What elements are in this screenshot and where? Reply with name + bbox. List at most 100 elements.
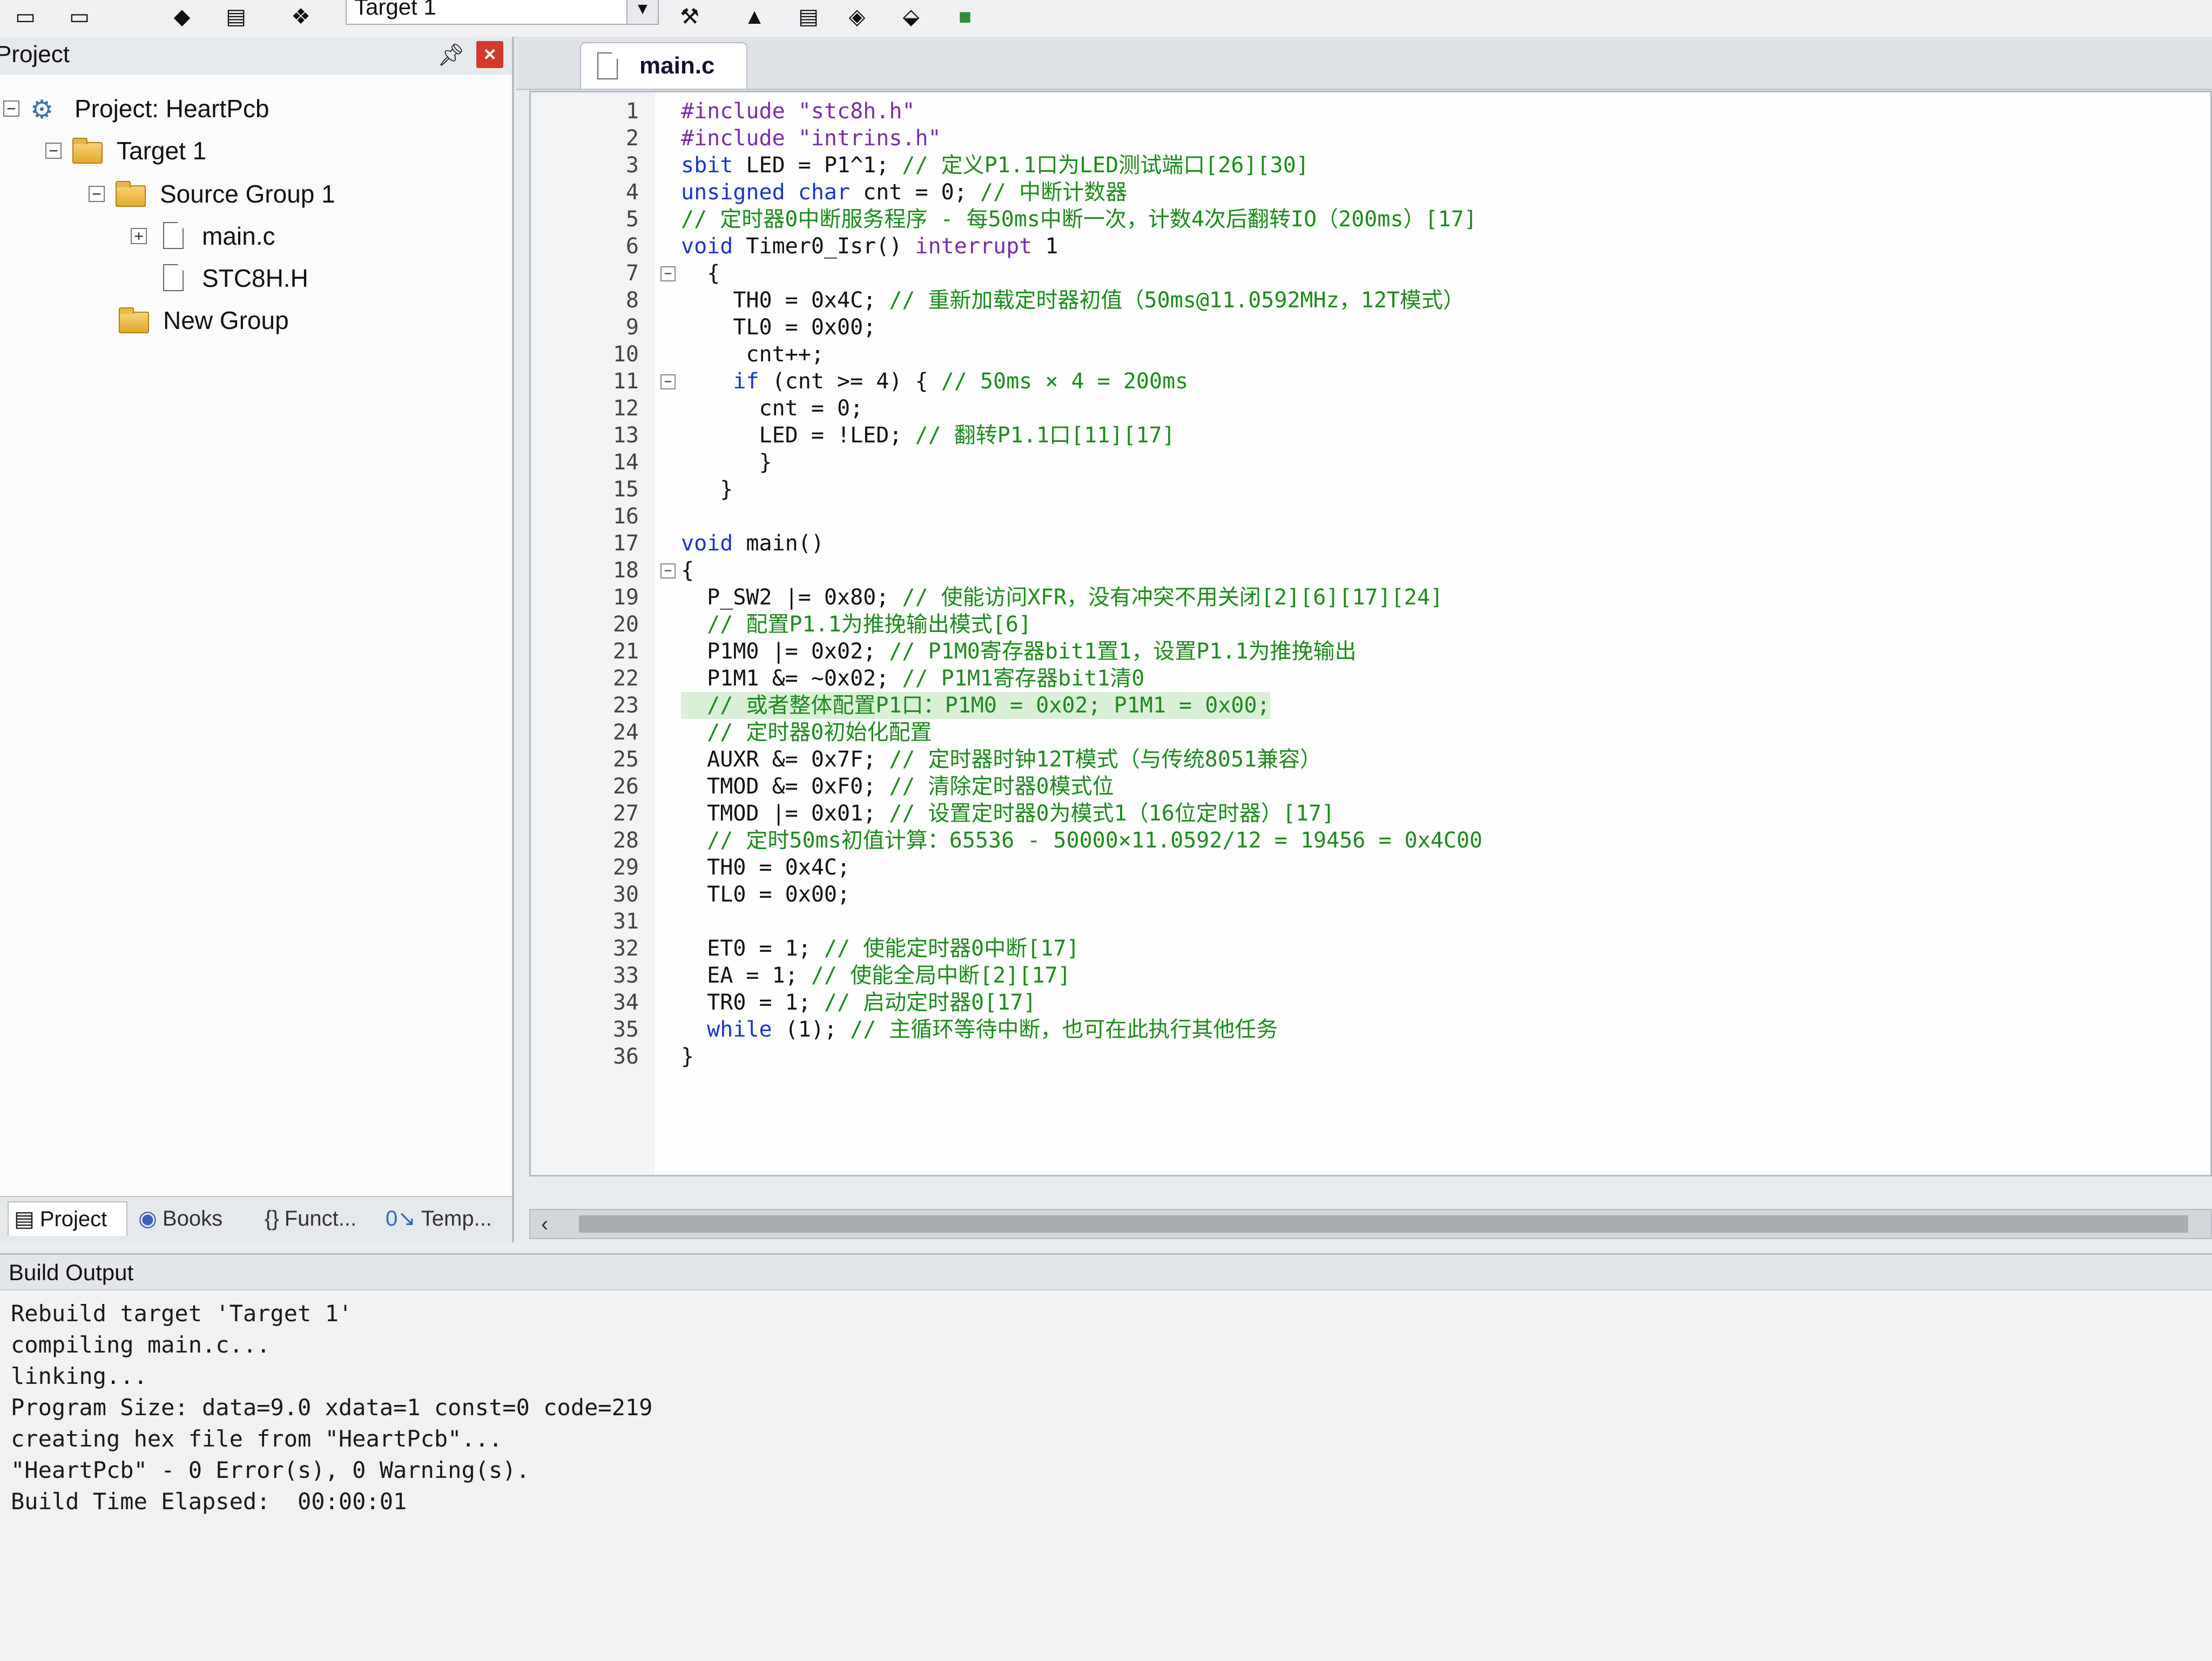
pin-icon[interactable]: 📌︎ — [437, 42, 465, 68]
code-line[interactable]: 35 while (1); // 主循环等待中断，也可在此执行其他任务 — [531, 1016, 2210, 1043]
code-token: #include "intrins.h" — [681, 126, 941, 151]
code-token: 1 — [1032, 234, 1058, 259]
collapse-icon[interactable]: − — [3, 100, 19, 117]
code-token: Timer0_Isr() — [746, 234, 915, 259]
code-line[interactable]: 26 TMOD &= 0xF0; // 清除定时器0模式位 — [531, 773, 2210, 800]
code-line[interactable]: 30 TL0 = 0x00; — [531, 881, 2210, 908]
code-line[interactable]: 22 P1M1 &= ~0x02; // P1M1寄存器bit1清0 — [531, 665, 2210, 692]
tree-item-target[interactable]: − Target 1 — [45, 131, 206, 171]
code-line[interactable]: 15 } — [531, 476, 2210, 503]
collapse-icon[interactable]: − — [45, 143, 62, 159]
code-token: } — [681, 477, 733, 502]
code-line[interactable]: 14 } — [531, 449, 2210, 476]
code-line[interactable]: 33 EA = 1; // 使能全局中断[2][17] — [531, 962, 2210, 989]
line-number: 31 — [612, 909, 639, 934]
project-icon: ⚙ — [30, 96, 54, 124]
code-line[interactable]: 9 TL0 = 0x00; — [531, 314, 2210, 341]
code-text: if (cnt >= 4) { // 50ms × 4 = 200ms — [681, 368, 1188, 395]
code-line[interactable]: 18 −{ — [531, 557, 2210, 584]
code-line[interactable]: 34 TR0 = 1; // 启动定时器0[17] — [531, 989, 2210, 1016]
code-token: // 定时器时钟12T模式（与传统8051兼容） — [889, 747, 1322, 772]
line-number: 26 — [612, 774, 639, 799]
build-output-line: Build Time Elapsed: 00:00:01 — [11, 1488, 407, 1515]
code-line[interactable]: 5 // 定时器0中断服务程序 - 每50ms中断一次，计数4次后翻转IO（200… — [531, 206, 2210, 233]
manage-components-icon[interactable]: ▲ — [740, 2, 769, 31]
code-line[interactable]: 20 // 配置P1.1为推挽输出模式[6] — [531, 611, 2210, 638]
code-token: TR0 = 1; — [681, 990, 824, 1015]
code-line[interactable]: 13 LED = !LED; // 翻转P1.1口[11][17] — [531, 422, 2210, 449]
code-line[interactable]: 27 TMOD |= 0x01; // 设置定时器0为模式1（16位定时器）[1… — [531, 800, 2210, 827]
tab-functions[interactable]: {} Funct... — [259, 1201, 378, 1236]
code-line[interactable]: 12 cnt = 0; — [531, 395, 2210, 422]
code-line[interactable]: 3 sbit LED = P1^1; // 定义P1.1口为LED测试端口[26]… — [531, 152, 2210, 179]
code-line[interactable]: 6 void Timer0_Isr() interrupt 1 — [531, 233, 2210, 260]
fold-toggle-icon[interactable]: − — [660, 266, 676, 281]
tab-templates[interactable]: 0↘ Temp... — [380, 1201, 510, 1236]
collapse-icon[interactable]: − — [89, 186, 105, 202]
scroll-left-icon[interactable]: ‹ — [541, 1212, 548, 1236]
line-number: 33 — [612, 963, 639, 988]
expand-icon[interactable]: + — [131, 228, 147, 244]
batch-build-icon[interactable]: ❖ — [286, 2, 315, 31]
code-line[interactable]: 10 cnt++; — [531, 341, 2210, 368]
download-icon[interactable]: ◆ — [167, 2, 197, 31]
tree-item-label: main.c — [202, 222, 275, 250]
code-token: main() — [746, 531, 824, 556]
pack-installer-icon[interactable]: ■ — [950, 2, 980, 31]
code-line[interactable]: 25 AUXR &= 0x7F; // 定时器时钟12T模式（与传统8051兼容… — [531, 746, 2210, 773]
code-token: // 定义P1.1口为LED测试端口[26][30] — [902, 153, 1309, 178]
target-select[interactable]: Target 1 — [346, 0, 648, 25]
code-line[interactable]: 29 TH0 = 0x4C; — [531, 854, 2210, 881]
close-icon[interactable]: × — [476, 41, 503, 68]
code-line[interactable]: 16 — [531, 503, 2210, 530]
code-token: // 重新加载定时器初值（50ms@11.0592MHz，12T模式） — [889, 288, 1465, 313]
functions-icon: {} — [265, 1206, 279, 1230]
tree-item-source-group[interactable]: − Source Group 1 — [89, 174, 335, 214]
project-tab-icon: ▤ — [14, 1207, 35, 1231]
code-line[interactable]: 19 P_SW2 |= 0x80; // 使能访问XFR，没有冲突不用关闭[2]… — [531, 584, 2210, 611]
code-line[interactable]: 36} — [531, 1043, 2210, 1070]
line-number: 18 — [612, 558, 639, 583]
code-line[interactable]: 7 − { — [531, 260, 2210, 287]
manage-run-time-icon[interactable]: ⬙ — [896, 2, 926, 31]
tab-main-c[interactable]: main.c — [580, 42, 747, 89]
code-line[interactable]: 32 ET0 = 1; // 使能定时器0中断[17] — [531, 935, 2210, 962]
code-line[interactable]: 17 void main() — [531, 530, 2210, 557]
tree-item-project[interactable]: − ⚙ Project: HeartPcb — [3, 89, 269, 129]
code-line[interactable]: 2 #include "intrins.h" — [531, 125, 2210, 152]
tree-item-stc8h-h[interactable]: STC8H.H — [158, 258, 308, 298]
fold-toggle-icon[interactable]: − — [660, 374, 676, 389]
scrollbar-thumb[interactable] — [579, 1215, 2188, 1233]
code-line[interactable]: 31 — [531, 908, 2210, 935]
rebuild-icon[interactable]: ▭ — [65, 2, 94, 31]
horizontal-scrollbar[interactable]: ‹ — [529, 1209, 2212, 1239]
stop-build-icon[interactable]: ▤ — [221, 2, 251, 31]
tab-books[interactable]: ◉ Books — [133, 1201, 248, 1236]
tab-project[interactable]: ▤ Project — [8, 1201, 127, 1236]
code-line[interactable]: 8 TH0 = 0x4C; // 重新加载定时器初值（50ms@11.0592M… — [531, 287, 2210, 314]
fold-toggle-icon[interactable]: − — [660, 563, 676, 579]
target-options-icon[interactable]: ⚒ — [675, 2, 704, 31]
line-number: 12 — [612, 396, 639, 421]
build-icon[interactable]: ▭ — [11, 2, 40, 31]
code-editor[interactable]: 1 #include "stc8h.h" 2 #include "intrins.h"… — [529, 91, 2212, 1176]
code-text: P1M1 &= ~0x02; // P1M1寄存器bit1清0 — [681, 665, 1144, 692]
code-line[interactable]: 11 − if (cnt >= 4) { // 50ms × 4 = 200ms — [531, 368, 2210, 395]
code-line[interactable]: 23 // 或者整体配置P1口：P1M0 = 0x02; P1M1 = 0x00… — [531, 692, 2210, 719]
code-line[interactable]: 28 // 定时50ms初值计算：65536 - 50000×11.0592/1… — [531, 827, 2210, 854]
code-line[interactable]: 21 P1M0 |= 0x02; // P1M0寄存器bit1置1，设置P1.1… — [531, 638, 2210, 665]
code-token: void — [681, 234, 733, 259]
select-packs-icon[interactable]: ◈ — [842, 2, 872, 31]
tree-item-new-group[interactable]: New Group — [119, 300, 289, 340]
code-line[interactable]: 24 // 定时器0初始化配置 — [531, 719, 2210, 746]
code-line[interactable]: 4 unsigned char cnt = 0; // 中断计数器 — [531, 179, 2210, 206]
line-number: 4 — [625, 180, 639, 205]
file-extensions-icon[interactable]: ▤ — [794, 2, 823, 31]
code-line[interactable]: 1 #include "stc8h.h" — [531, 98, 2210, 125]
tree-item-main-c[interactable]: + main.c — [131, 216, 275, 256]
code-token: TMOD &= 0xF0; — [681, 774, 889, 799]
chevron-down-icon[interactable]: ▼ — [626, 0, 659, 25]
